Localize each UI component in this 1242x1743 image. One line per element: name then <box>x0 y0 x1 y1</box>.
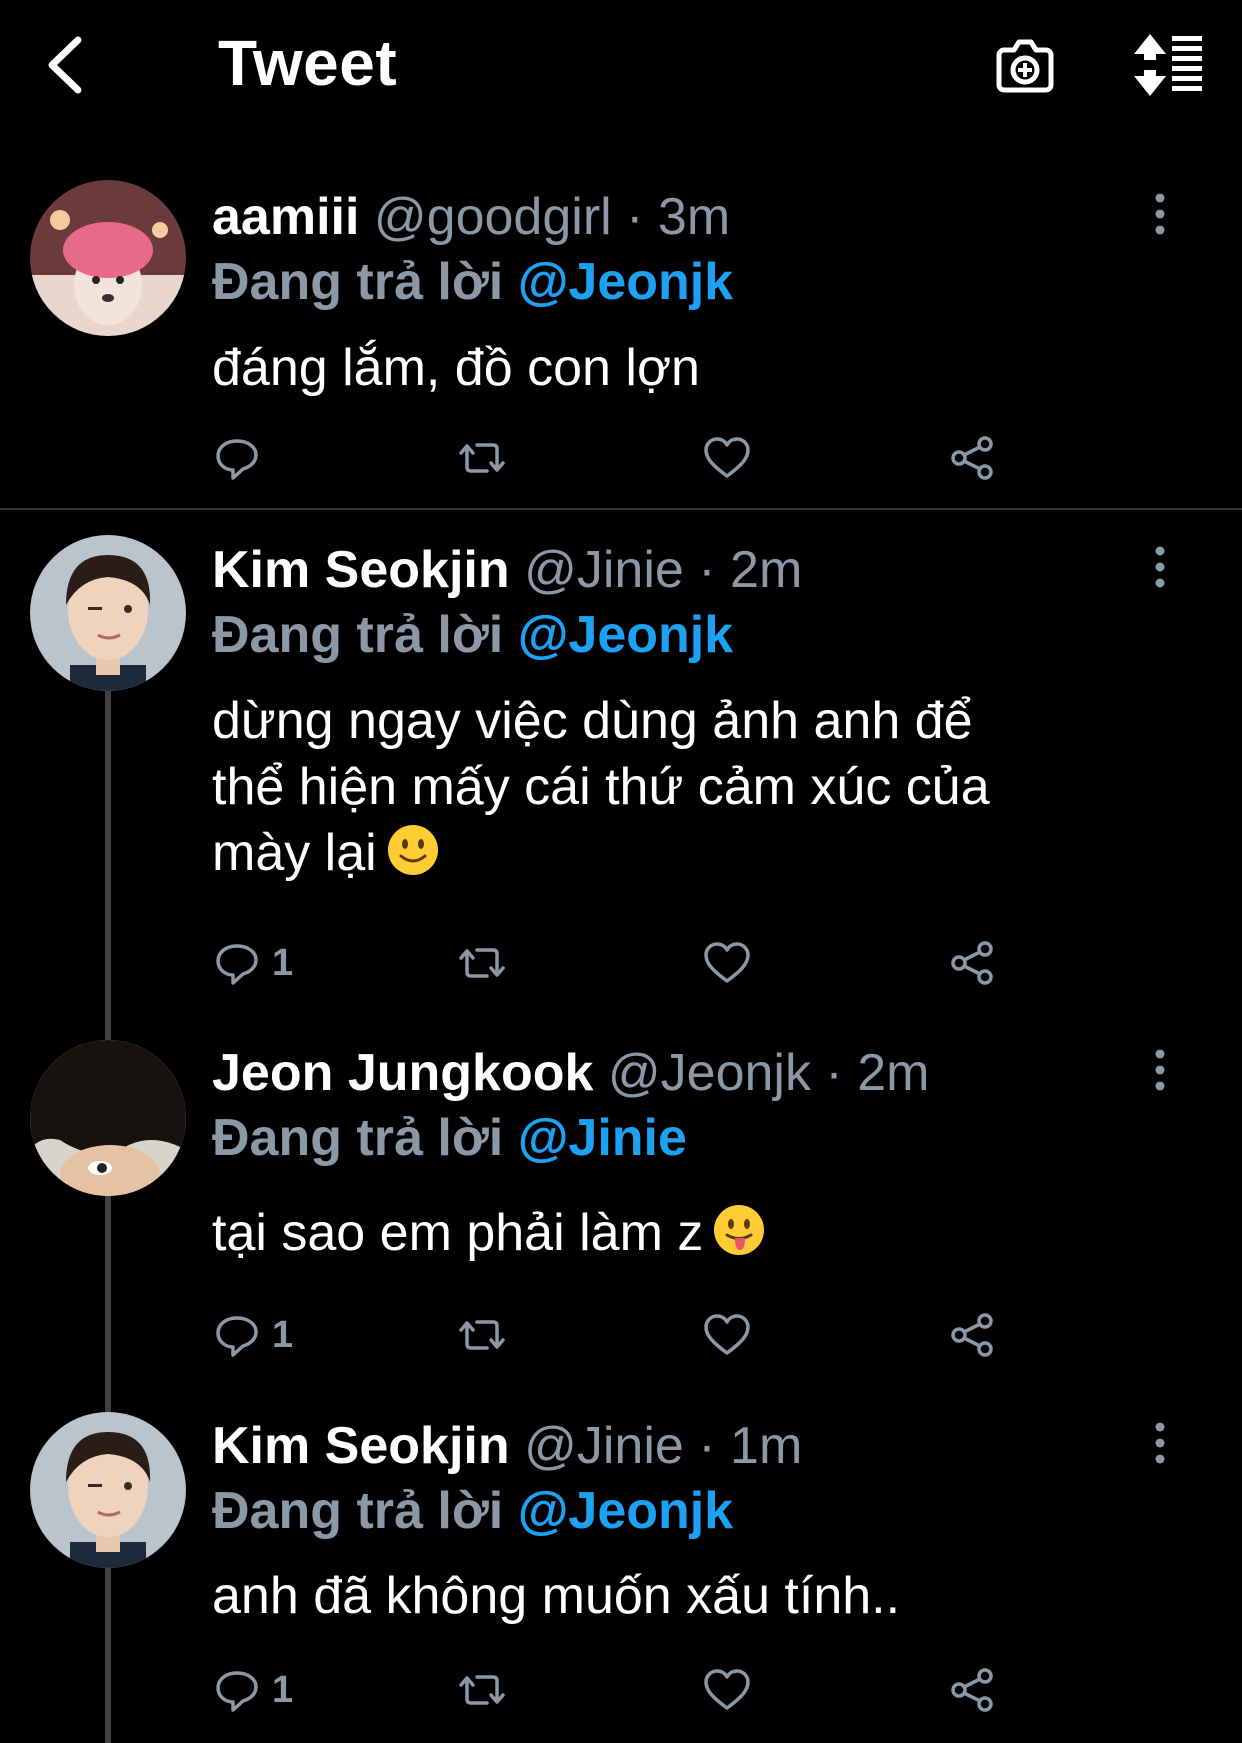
retweet-button[interactable] <box>457 933 507 993</box>
more-options-icon[interactable] <box>1148 190 1172 240</box>
smiling-face-emoji <box>385 822 441 878</box>
tweet-text-line: dừng ngay việc dùng ảnh anh để <box>212 692 973 750</box>
tweet-text: dừng ngay việc dùng ảnh anh để thể hiện … <box>212 688 1132 886</box>
retweet-button[interactable] <box>457 1305 507 1365</box>
replying-to-link[interactable]: @Jeonjk <box>518 1482 733 1540</box>
top-bar: Tweet <box>0 0 1242 130</box>
reply-count: 1 <box>272 941 294 984</box>
retweet-button[interactable] <box>457 428 507 488</box>
separator-dot: · <box>698 541 731 599</box>
page-title: Tweet <box>218 27 398 99</box>
tweet-text-line: mày lại <box>212 820 1132 886</box>
retweet-icon <box>459 1320 505 1350</box>
replying-to-link[interactable]: @Jeonjk <box>518 253 733 311</box>
tweet-text-content: tại sao em phải làm z <box>212 1204 704 1262</box>
display-name[interactable]: Jeon Jungkook <box>212 1044 593 1102</box>
share-button[interactable] <box>947 428 997 488</box>
tweet-text: đáng lắm, đồ con lợn <box>212 339 700 397</box>
like-button[interactable] <box>702 1305 752 1365</box>
thread-connector <box>105 690 111 1743</box>
separator-dot: · <box>698 1417 731 1475</box>
more-options-icon[interactable] <box>1148 1046 1172 1096</box>
like-button[interactable] <box>702 428 752 488</box>
username: @goodgirl <box>373 188 612 246</box>
reply-count: 1 <box>272 1668 294 1711</box>
separator-dot: · <box>825 1044 858 1102</box>
heart-icon <box>704 942 750 983</box>
reply-button[interactable]: 1 <box>212 933 293 993</box>
more-options-icon[interactable] <box>1148 543 1172 593</box>
reply-icon <box>216 1316 258 1357</box>
timestamp: 1m <box>730 1417 803 1475</box>
tweet-text: tại sao em phải làm z <box>212 1200 1132 1266</box>
display-name[interactable]: Kim Seokjin <box>212 1417 510 1475</box>
heart-icon <box>704 1314 750 1355</box>
tweet-actions: 1 <box>212 1660 1012 1720</box>
share-button[interactable] <box>947 1305 997 1365</box>
username: @Jinie <box>524 541 684 599</box>
display-name[interactable]: aamiii <box>212 188 359 246</box>
reply-count: 1 <box>272 1313 294 1356</box>
reply-icon <box>216 944 258 985</box>
avatar[interactable] <box>30 1412 186 1568</box>
replying-to-link[interactable]: @Jinie <box>518 1109 687 1167</box>
avatar[interactable] <box>30 535 186 691</box>
add-photo-icon[interactable] <box>990 30 1060 100</box>
like-button[interactable] <box>702 1660 752 1720</box>
replying-to-label: Đang trả lời <box>212 1482 504 1540</box>
tweet-actions: 1 <box>212 1305 1012 1365</box>
timestamp: 2m <box>730 541 803 599</box>
share-icon <box>951 1668 993 1712</box>
share-icon <box>951 436 993 480</box>
heart-icon <box>704 437 750 478</box>
tweet-text-line: thể hiện mấy cái thứ cảm xúc của <box>212 758 990 816</box>
replying-to-label: Đang trả lời <box>212 253 504 311</box>
share-button[interactable] <box>947 933 997 993</box>
divider <box>0 508 1242 510</box>
tweet-actions <box>212 428 1012 488</box>
retweet-button[interactable] <box>457 1660 507 1720</box>
tweet-text: anh đã không muốn xấu tính.. <box>212 1567 901 1625</box>
username: @Jeonjk <box>607 1044 811 1102</box>
replying-to-label: Đang trả lời <box>212 1109 504 1167</box>
retweet-icon <box>459 1675 505 1705</box>
separator-dot: · <box>626 188 658 246</box>
back-icon[interactable] <box>40 30 100 100</box>
share-icon <box>951 941 993 985</box>
tongue-face-emoji <box>711 1202 767 1258</box>
reply-icon <box>216 1671 258 1712</box>
share-button[interactable] <box>947 1660 997 1720</box>
avatar[interactable] <box>30 1040 186 1196</box>
retweet-icon <box>459 948 505 978</box>
timestamp: 3m <box>657 188 731 246</box>
username: @Jinie <box>524 1417 684 1475</box>
timestamp: 2m <box>857 1044 930 1102</box>
replying-to-label: Đang trả lời <box>212 606 504 664</box>
retweet-icon <box>459 443 505 473</box>
like-button[interactable] <box>702 933 752 993</box>
avatar[interactable] <box>30 180 186 336</box>
display-name[interactable]: Kim Seokjin <box>212 541 510 599</box>
replying-to-link[interactable]: @Jeonjk <box>518 606 733 664</box>
reply-button[interactable] <box>212 428 272 488</box>
reply-icon <box>216 439 258 480</box>
sort-replies-icon[interactable] <box>1128 30 1208 100</box>
reply-button[interactable]: 1 <box>212 1305 293 1365</box>
tweet-actions: 1 <box>212 933 1012 993</box>
tweet-text-line: mày lại <box>212 824 377 882</box>
heart-icon <box>704 1669 750 1710</box>
more-options-icon[interactable] <box>1148 1419 1172 1469</box>
reply-button[interactable]: 1 <box>212 1660 293 1720</box>
share-icon <box>951 1313 993 1357</box>
